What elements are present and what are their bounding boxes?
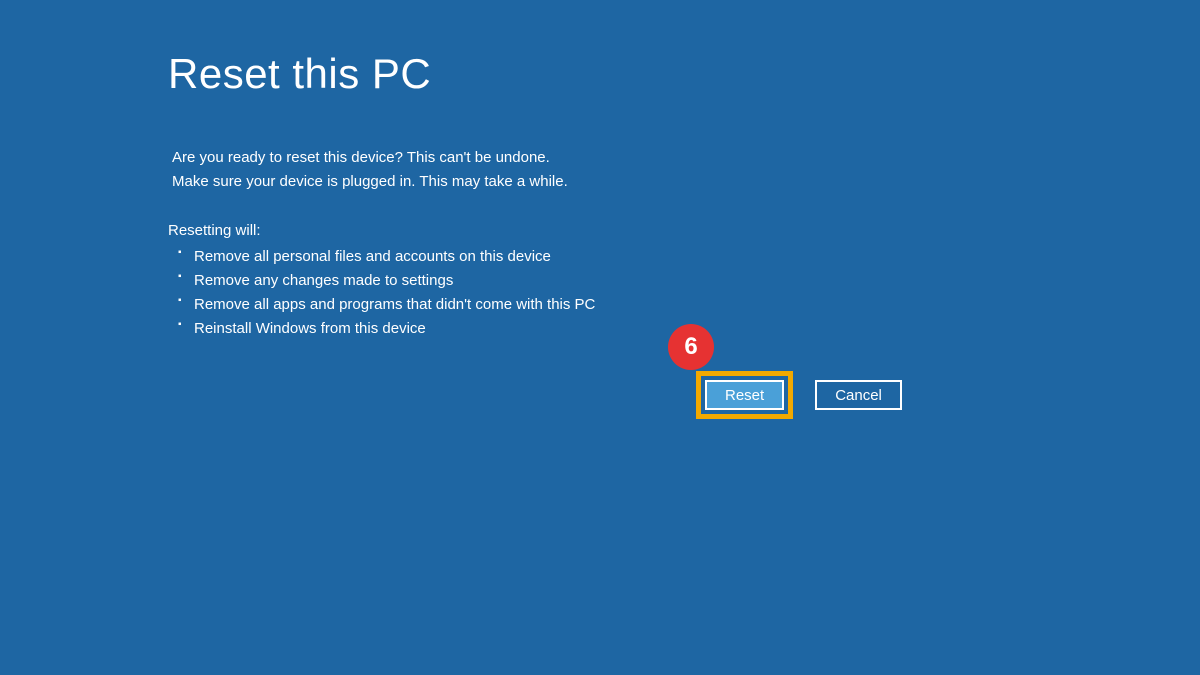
list-item: Remove all apps and programs that didn't… [178,293,1200,317]
page-title: Reset this PC [168,50,1200,98]
reset-button-highlight: Reset [696,371,793,419]
list-item: Remove all personal files and accounts o… [178,245,1200,269]
reset-heading: Resetting will: [168,222,1200,239]
warning-line-2: Make sure your device is plugged in. Thi… [172,170,1200,194]
warning-text: Are you ready to reset this device? This… [168,146,1200,194]
step-number-badge: 6 [668,324,714,370]
cancel-button[interactable]: Cancel [815,380,902,410]
button-row: Reset Cancel [696,371,902,419]
warning-line-1: Are you ready to reset this device? This… [172,146,1200,170]
list-item: Remove any changes made to settings [178,269,1200,293]
reset-button[interactable]: Reset [705,380,784,410]
